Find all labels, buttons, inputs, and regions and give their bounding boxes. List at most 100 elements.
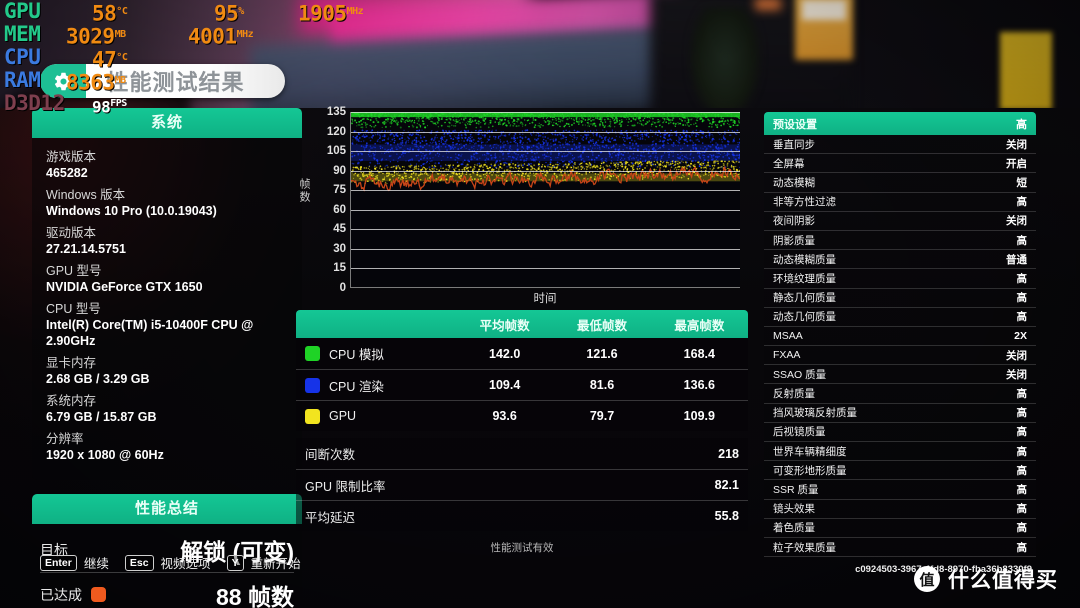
chart-gridline [351,249,740,250]
setting-label: 夜间阴影 [773,213,815,228]
key-hint-label: 继续 [84,553,109,572]
stats-cell-max: 109.9 [651,409,748,423]
stats-row-label: GPU [329,409,356,423]
key-hint-label: 视频选项 [161,553,211,572]
setting-value: 高 [1017,233,1028,248]
setting-value: 高 [1017,271,1028,286]
setting-label: 可变形地形质量 [773,463,847,478]
chart-gridline [351,210,740,211]
setting-row[interactable]: 镜头效果高 [764,500,1036,519]
hud-value: 1905MHz [298,0,363,26]
setting-row[interactable]: 非等方性过滤高 [764,193,1036,212]
setting-row[interactable]: SSAO 质量关闭 [764,365,1036,384]
setting-row[interactable]: 动态几何质量高 [764,308,1036,327]
setting-row[interactable]: 夜间阴影关闭 [764,212,1036,231]
setting-value: 高 [1017,540,1028,555]
chart-series-svg [351,112,740,287]
setting-value: 高 [1017,405,1028,420]
stats-column-header: 最高帧数 [651,315,748,334]
setting-value: 2X [1014,330,1027,342]
setting-row[interactable]: 可变形地形质量 高 [764,461,1036,480]
setting-row[interactable]: 动态模糊短 [764,173,1036,192]
system-info-value: Intel(R) Core(TM) i5-10400F CPU @ 2.90GH… [46,317,288,349]
setting-row[interactable]: 反射质量高 [764,384,1036,403]
setting-label: 阴影质量 [773,233,815,248]
setting-row[interactable]: 世界车辆精细度高 [764,442,1036,461]
settings-preset-row[interactable]: 预设设置 高 [764,112,1036,135]
setting-label: 挡风玻璃反射质量 [773,405,857,420]
system-info-item: CPU 型号Intel(R) Core(TM) i5-10400F CPU @ … [46,302,288,349]
watermark-text: 什么值得买 [948,564,1058,594]
settings-preset-label: 预设设置 [773,116,817,132]
setting-value: 高 [1017,463,1028,478]
achieved-row: 已达成 88 帧数 [40,572,294,608]
chart-gridline [351,268,740,269]
key-cap[interactable]: Y [227,555,244,571]
setting-row[interactable]: 全屏幕开启 [764,154,1036,173]
setting-value: 高 [1017,520,1028,535]
stats-column-header: 平均帧数 [456,315,553,334]
hud-value: 4001MHz [188,23,253,49]
setting-label: MSAA [773,330,803,342]
system-panel-body: 游戏版本465282Windows 版本Windows 10 Pro (10.0… [32,138,302,480]
stats-cell-min: 79.7 [553,409,650,423]
extra-stats-list: 间断次数218GPU 限制比率82.1平均延迟55.8 [296,438,748,531]
setting-row[interactable]: 动态模糊质量普通 [764,250,1036,269]
extra-stat-value: 55.8 [715,509,739,523]
setting-row[interactable]: 静态几何质量 高 [764,289,1036,308]
chart-y-axis-ticks: 0153045607590105120135 [308,112,346,288]
setting-row[interactable]: 垂直同步关闭 [764,135,1036,154]
system-info-item: 游戏版本465282 [46,150,288,181]
extra-stat-row: GPU 限制比率82.1 [296,469,748,500]
key-cap[interactable]: Enter [40,555,77,571]
achieved-value: 88 帧数 [216,578,294,608]
setting-row[interactable]: 挡风玻璃反射质量 高 [764,404,1036,423]
table-row: CPU 渲染109.481.6136.6 [296,369,748,400]
settings-list: 垂直同步关闭全屏幕开启动态模糊短非等方性过滤高夜间阴影关闭阴影质量高动态模糊质量… [764,135,1036,557]
system-info-value: 465282 [46,165,288,181]
setting-row[interactable]: 着色质量高 [764,519,1036,538]
stats-row-label: CPU 渲染 [329,376,384,395]
performance-summary-panel: 性能总结 目标 解锁 (可变) 已达成 88 帧数 [32,494,302,608]
system-info-value: 2.68 GB / 3.29 GB [46,371,288,387]
stats-cell-avg: 142.0 [456,347,553,361]
setting-value: 高 [1017,290,1028,305]
setting-label: 动态几何质量 [773,309,836,324]
key-cap[interactable]: Esc [125,555,154,571]
setting-row[interactable]: MSAA 2X [764,327,1036,346]
system-info-key: 系统内存 [46,394,288,409]
setting-label: 世界车辆精细度 [773,444,847,459]
system-info-value: 27.21.14.5751 [46,241,288,257]
extra-stat-row: 间断次数218 [296,438,748,469]
setting-value: 高 [1017,482,1028,497]
extra-stat-value: 218 [718,447,739,461]
table-row: GPU 93.679.7109.9 [296,400,748,431]
setting-row[interactable]: 后视镜质量高 [764,423,1036,442]
setting-row[interactable]: 阴影质量 高 [764,231,1036,250]
system-panel: 系统 游戏版本465282Windows 版本Windows 10 Pro (1… [32,108,302,480]
setting-row[interactable]: 环境纹理质量 高 [764,269,1036,288]
chart-gridline [351,132,740,133]
chart-y-tick: 30 [333,243,346,255]
setting-row[interactable]: 粒子效果质量高 [764,538,1036,557]
setting-row[interactable]: FXAA关闭 [764,346,1036,365]
left-column: 系统 游戏版本465282Windows 版本Windows 10 Pro (1… [32,108,302,608]
system-info-key: 驱动版本 [46,226,288,241]
key-hint-label: 重新开始 [251,553,301,572]
system-info-key: 游戏版本 [46,150,288,165]
settings-preset-value: 高 [1016,116,1027,132]
stats-cell-avg: 93.6 [456,409,553,423]
setting-label: 垂直同步 [773,137,815,152]
setting-row[interactable]: SSR 质量 高 [764,480,1036,499]
setting-label: SSR 质量 [773,482,819,497]
stats-cell-min: 121.6 [553,347,650,361]
key-hints-bar: Enter 继续 Esc 视频选项 Y 重新开始 [40,553,310,572]
settings-panel: 预设设置 高 垂直同步关闭全屏幕开启动态模糊短非等方性过滤高夜间阴影关闭阴影质量… [764,112,1036,575]
setting-label: 环境纹理质量 [773,271,836,286]
chart-series-CPU 模拟 [351,112,740,129]
legend-swatch-icon [305,378,320,393]
stats-table-header: 平均帧数最低帧数最高帧数 [296,310,748,338]
chart-y-tick: 45 [333,223,346,235]
setting-label: 静态几何质量 [773,290,836,305]
chart-gridline [351,171,740,172]
